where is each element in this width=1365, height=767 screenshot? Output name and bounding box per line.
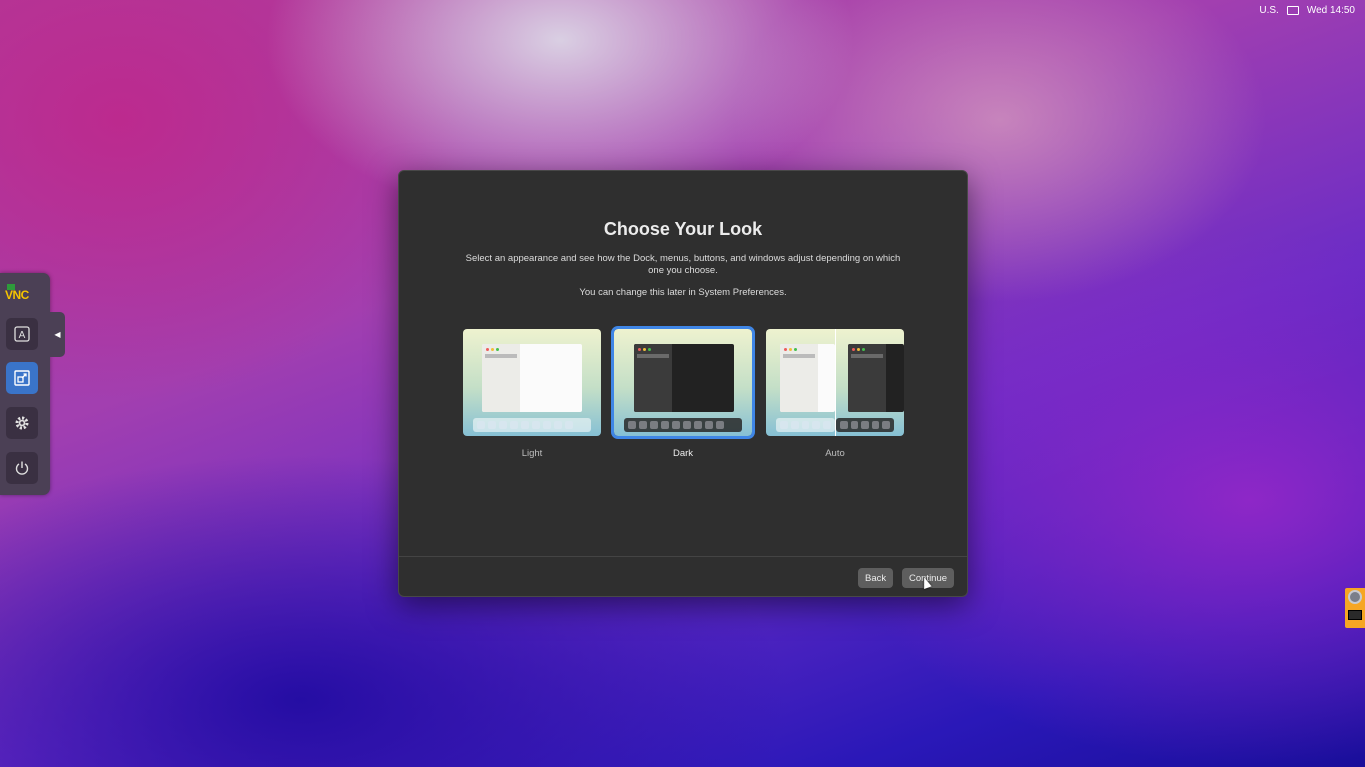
preview-window-light: [780, 344, 835, 412]
preview-window: [482, 344, 582, 412]
scaling-button[interactable]: [6, 362, 38, 394]
dialog-title: Choose Your Look: [603, 219, 763, 239]
appearance-option-dark[interactable]: Dark: [611, 326, 755, 459]
option-label: Dark: [672, 448, 694, 459]
clock[interactable]: Wed 14:50: [1307, 5, 1355, 16]
scale-icon: [14, 370, 30, 386]
monitor-icon[interactable]: [1348, 610, 1362, 620]
vnc-toolbar: VNC A: [0, 273, 50, 495]
preview-dock-dark: [836, 418, 894, 432]
svg-text:A: A: [19, 330, 26, 341]
keyboard-icon[interactable]: [1286, 6, 1299, 15]
appearance-dialog: Choose Your Look Select an appearance an…: [398, 170, 968, 597]
dark-preview[interactable]: [611, 326, 755, 439]
vnc-panel-collapse-handle[interactable]: ◀: [50, 312, 65, 357]
appearance-option-light[interactable]: Light: [462, 329, 602, 459]
auto-preview[interactable]: [766, 329, 904, 436]
preview-dock: [624, 418, 742, 432]
vnc-logo: VNC: [5, 288, 29, 302]
footer-divider: [399, 556, 967, 557]
settings-button[interactable]: [6, 407, 38, 439]
preview-dock-light: [776, 418, 835, 432]
power-icon: [15, 461, 29, 475]
keyboard-button[interactable]: A: [6, 318, 38, 350]
keyboard-a-icon: A: [14, 326, 30, 342]
power-button[interactable]: [6, 452, 38, 484]
light-preview[interactable]: [463, 329, 601, 436]
back-button[interactable]: Back: [858, 568, 894, 588]
preview-window-dark: [848, 344, 904, 412]
preview-window: [634, 344, 734, 412]
input-source-label[interactable]: U.S.: [1259, 5, 1278, 16]
chevron-left-icon: ◀: [54, 330, 61, 339]
dialog-note: You can change this later in System Pref…: [579, 287, 787, 298]
gear-icon: [15, 416, 29, 430]
option-label: Light: [521, 448, 543, 459]
gear-icon[interactable]: [1348, 590, 1362, 604]
menubar: U.S. Wed 14:50: [1259, 5, 1355, 16]
appearance-option-auto[interactable]: Auto: [765, 329, 905, 459]
preview-dock: [473, 418, 591, 432]
option-label: Auto: [825, 448, 845, 459]
dialog-description: Select an appearance and see how the Doc…: [465, 253, 901, 276]
vnc-tray[interactable]: [1345, 588, 1365, 628]
